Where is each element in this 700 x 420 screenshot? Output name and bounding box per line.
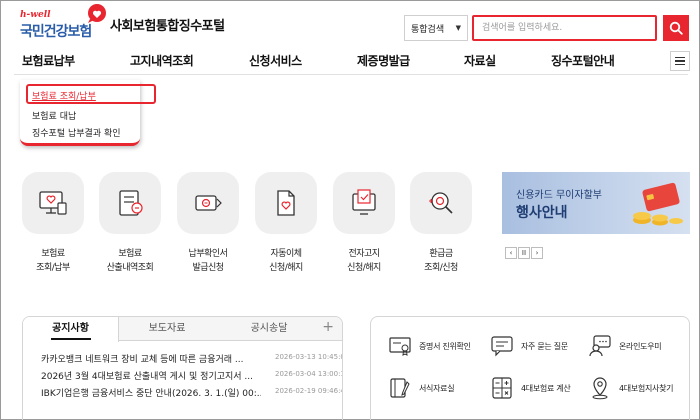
menu-online-helper[interactable]: 온라인도우미	[587, 331, 662, 361]
quick-tile-premium-calculation[interactable]	[99, 172, 161, 234]
board-tabs: 공지사항 보도자료 공시송달 +	[23, 317, 342, 342]
search-scope-label: 통합검색	[411, 24, 445, 35]
menu-faq[interactable]: 자주 묻는 질문	[489, 331, 568, 361]
logo-org-name: 국민건강보험	[20, 24, 92, 40]
nav-dropdown: 보험료 조회/납부 보험료 대납 징수포털 납부결과 확인	[20, 80, 156, 146]
quick-tile-label: 자동이체 신청/해지	[269, 249, 303, 273]
menu-label: 증명서 진위확인	[419, 341, 471, 351]
branch-locator-icon	[592, 377, 608, 400]
quick-tile-label: 납부확인서 발급신청	[188, 249, 228, 273]
nav-item-notice-inquiry[interactable]: 고지내역조회	[130, 52, 194, 69]
nav-item-application[interactable]: 신청서비스	[249, 52, 302, 69]
notice-board: 공지사항 보도자료 공시송달 + 카카오뱅크 네트워크 장비 교체 등에 따른 …	[22, 316, 343, 420]
nav-item-library[interactable]: 자료실	[464, 52, 496, 69]
certificate-verify-icon	[389, 337, 411, 356]
search-scope-select[interactable]: 통합검색 ▼	[404, 15, 468, 41]
dropdown-item-payment-result[interactable]: 징수포털 납부결과 확인	[32, 126, 121, 139]
promo-banner[interactable]: 신용카드 무이자할부 행사안내	[502, 172, 690, 234]
notice-date: 2026-03-04 13:00:19.0	[275, 370, 342, 378]
notice-title: 2026년 3월 4대보험료 산출내역 게시 및 정기고지서 ...	[41, 372, 254, 382]
menu-label: 자주 묻는 질문	[521, 341, 568, 351]
menu-label: 서식자료실	[419, 383, 455, 393]
quick-menu-box: 증명서 진위확인 자주 묻는 질문 온라인도우미 서식자료실 4대보험료 계산 …	[370, 316, 690, 420]
quick-tile-premium-payment[interactable]	[22, 172, 84, 234]
logo-tagline: h-well	[20, 10, 51, 20]
menu-branch-locator[interactable]: 4대보험지사찾기	[587, 373, 674, 403]
electronic-notice-icon	[352, 189, 376, 215]
tab-notices[interactable]: 공지사항	[23, 317, 119, 342]
menu-form-library[interactable]: 서식자료실	[387, 373, 455, 403]
certificate-print-icon	[195, 195, 222, 211]
tab-public-notice[interactable]: 공시송달	[215, 317, 323, 341]
banner-pause-button[interactable]: II	[518, 247, 530, 259]
search-icon	[669, 21, 683, 35]
banner-prev-button[interactable]: ‹	[505, 247, 517, 259]
nav-item-certificates[interactable]: 제증명발급	[357, 52, 410, 69]
quick-tile-label: 보험료 산출내역조회	[106, 249, 154, 273]
notice-row[interactable]: IBK기업은행 금융서비스 중단 안내(2026. 3. 1.(일) 00:..…	[41, 386, 342, 402]
menu-label: 온라인도우미	[619, 341, 662, 351]
quick-tile-payment-certificate[interactable]	[177, 172, 239, 234]
heart-speech-icon	[88, 4, 106, 23]
search-input[interactable]	[472, 15, 657, 41]
quick-tile-label: 환급금 조회/신청	[424, 249, 458, 273]
nav-item-portal-guide[interactable]: 징수포털안내	[551, 52, 615, 69]
dropdown-item-premium-inquiry[interactable]: 보험료 조회/납부	[32, 89, 96, 102]
quick-tile-refund[interactable]	[410, 172, 472, 234]
chevron-down-icon: ▼	[455, 24, 461, 32]
menu-label: 4대보험료 계산	[521, 383, 571, 393]
menu-label: 4대보험지사찾기	[619, 383, 674, 393]
monitor-heart-icon	[39, 191, 67, 215]
quick-tile-label: 전자고지 신청/해지	[347, 249, 381, 273]
notice-row[interactable]: 카카오뱅크 네트워크 장비 교체 등에 따른 금융거래 ... 2026-03-…	[41, 352, 342, 368]
search-button[interactable]	[663, 15, 689, 41]
notice-date: 2026-03-13 10:45:05.0	[275, 353, 342, 361]
global-nav: 보험료납부 고지내역조회 신청서비스 제증명발급 자료실 징수포털안내	[0, 48, 700, 74]
insurance-calculator-icon	[492, 377, 512, 399]
banner-next-button[interactable]: ›	[531, 247, 543, 259]
notice-title: 카카오뱅크 네트워크 장비 교체 등에 따른 금융거래 ...	[41, 355, 244, 365]
dropdown-item-proxy-payment[interactable]: 보험료 대납	[32, 109, 76, 122]
banner-title: 행사안내	[516, 205, 568, 221]
notice-date: 2026-02-19 09:46:40.0	[275, 387, 342, 395]
credit-card-coins-icon	[633, 182, 683, 226]
notice-row[interactable]: 2026년 3월 4대보험료 산출내역 게시 및 정기고지서 ... 2026-…	[41, 369, 342, 385]
quick-tile-label: 보험료 조회/납부	[36, 249, 70, 273]
faq-chat-icon	[491, 336, 513, 357]
menu-insurance-calculator[interactable]: 4대보험료 계산	[489, 373, 571, 403]
nav-divider	[14, 74, 688, 75]
document-heart-icon	[277, 190, 295, 216]
nav-item-premium-payment[interactable]: 보험료납부	[22, 52, 75, 69]
menu-icon[interactable]	[670, 51, 690, 71]
portal-title[interactable]: 사회보험통합징수포털	[110, 15, 225, 34]
quick-tile-auto-transfer[interactable]	[255, 172, 317, 234]
notice-title: IBK기업은행 금융서비스 중단 안내(2026. 3. 1.(일) 00:..…	[41, 389, 261, 399]
refund-search-icon	[429, 192, 453, 214]
online-helper-icon	[589, 335, 611, 357]
menu-certificate-verify[interactable]: 증명서 진위확인	[387, 331, 471, 361]
tab-press[interactable]: 보도자료	[119, 317, 215, 341]
form-library-icon	[390, 378, 410, 398]
quick-tile-electronic-notice[interactable]	[333, 172, 395, 234]
banner-subtitle: 신용카드 무이자할부	[516, 190, 602, 201]
more-button[interactable]: +	[322, 319, 334, 335]
calculator-document-icon	[119, 190, 143, 216]
